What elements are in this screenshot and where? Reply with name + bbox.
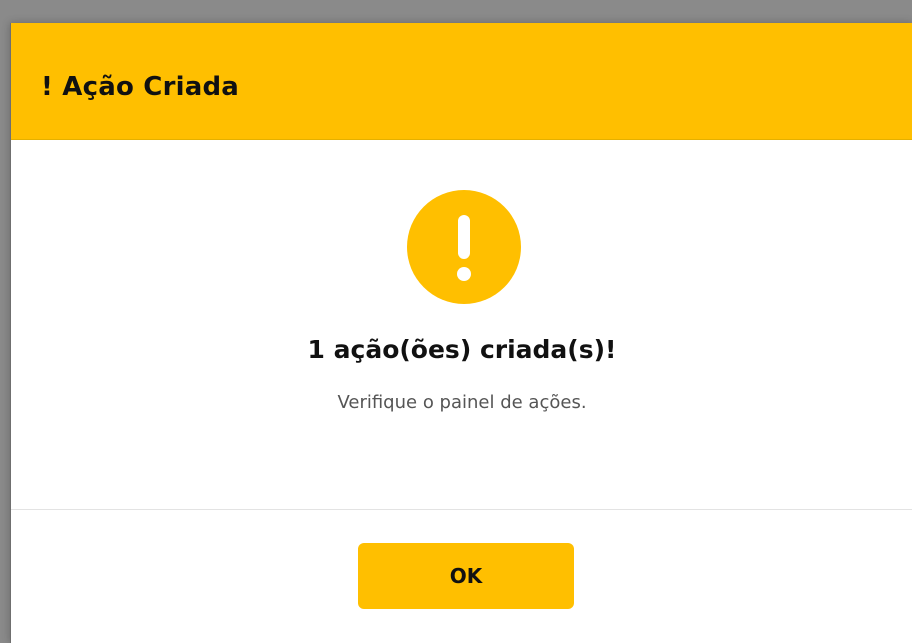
dialog-footer: OK	[11, 510, 912, 643]
exclamation-dot	[457, 267, 471, 281]
ok-button[interactable]: OK	[358, 543, 574, 609]
modal-backdrop: ! Ação Criada 1 ação(ões) criada(s)! Ver…	[0, 0, 912, 643]
exclamation-icon	[407, 190, 521, 304]
dialog-title: ! Ação Criada	[41, 72, 240, 102]
exclamation-bar	[458, 215, 470, 259]
dialog-header: ! Ação Criada	[11, 23, 912, 140]
alert-message: Verifique o painel de ações.	[337, 392, 587, 413]
dialog-body: 1 ação(ões) criada(s)! Verifique o paine…	[11, 140, 912, 510]
alert-heading: 1 ação(ões) criada(s)!	[307, 335, 617, 364]
alert-dialog: ! Ação Criada 1 ação(ões) criada(s)! Ver…	[10, 23, 912, 643]
